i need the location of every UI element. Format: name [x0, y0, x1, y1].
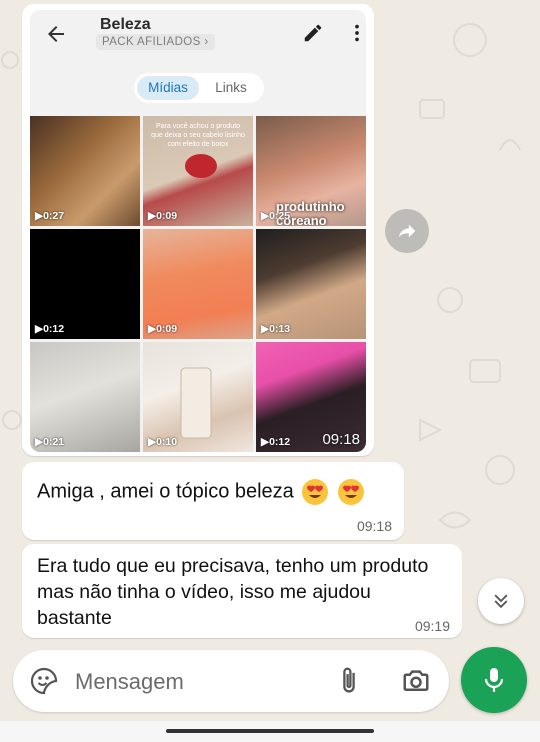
double-chevron-down-icon [494, 594, 508, 609]
home-indicator[interactable] [166, 729, 374, 733]
message-time: 09:19 [414, 618, 450, 634]
media-thumbnail[interactable]: Para você achou o produto que deixa o se… [143, 116, 253, 226]
media-thumbnail[interactable]: ▶0:27 [30, 116, 140, 226]
message-text: Amiga , amei o tópico beleza [37, 480, 294, 503]
arrow-left-icon[interactable] [44, 22, 68, 46]
group-subtitle: PACK AFILIADOS [102, 36, 201, 48]
mic-button[interactable] [461, 647, 527, 713]
group-subtitle-chip[interactable]: PACK AFILIADOS › [96, 34, 215, 50]
media-thumbnail[interactable]: ▶0:21 [30, 342, 140, 452]
sticker-smile-icon[interactable] [30, 667, 58, 695]
group-media-header: Beleza PACK AFILIADOS › [30, 10, 366, 56]
video-duration: ▶0:12 [35, 323, 65, 335]
media-thumbnail[interactable]: ▶0:12 [30, 229, 140, 339]
tab-midias[interactable]: Mídias [137, 76, 199, 100]
group-title: Beleza [100, 16, 151, 33]
camera-icon[interactable] [401, 666, 431, 696]
chat-message[interactable]: Amiga , amei o tópico beleza 09:18 [22, 462, 404, 540]
video-duration: ▶0:09 [148, 210, 178, 222]
product-bottle-shape [180, 367, 212, 439]
media-thumbnail[interactable]: ▶0:13 [256, 229, 366, 339]
message-composer [13, 650, 449, 712]
heart-eyes-emoji [337, 479, 364, 505]
media-thumbnail[interactable]: produtinho coreano ▶0:25 [256, 116, 366, 226]
message-timestamp: 09:18 [322, 431, 360, 448]
message-text: Era tudo que eu precisava, tenho um prod… [37, 555, 429, 629]
shared-media-bubble[interactable]: Beleza PACK AFILIADOS › Mídias Links ▶0:… [22, 4, 374, 456]
video-duration: ▶0:09 [148, 323, 178, 335]
media-grid: ▶0:27 Para você achou o produto que deix… [30, 116, 366, 452]
forward-icon[interactable] [385, 209, 429, 253]
message-input[interactable] [73, 664, 327, 700]
chevron-right-icon: › [204, 36, 209, 48]
video-duration: ▶0:13 [261, 323, 291, 335]
more-vert-icon[interactable] [346, 22, 368, 44]
media-thumbnail[interactable]: ▶0:12 09:18 [256, 342, 366, 452]
video-duration: ▶0:25 [261, 210, 291, 222]
paperclip-icon[interactable] [335, 666, 363, 696]
media-tabs: Mídias Links [134, 73, 264, 103]
chat-message[interactable]: Era tudo que eu precisava, tenho um prod… [22, 544, 462, 638]
tab-links[interactable]: Links [204, 76, 258, 100]
video-duration: ▶0:21 [35, 436, 65, 448]
product-jar-shape [185, 154, 217, 178]
system-navigation-bar [0, 721, 540, 742]
video-overlay-caption: Para você achou o produto que deixa o se… [151, 123, 245, 148]
media-tabs-area: Mídias Links [30, 56, 366, 116]
media-thumbnail[interactable]: ▶0:09 [143, 229, 253, 339]
pencil-icon[interactable] [302, 22, 324, 44]
video-duration: ▶0:10 [148, 436, 178, 448]
heart-eyes-emoji [302, 479, 329, 505]
message-text-row: Amiga , amei o tópico beleza [37, 478, 365, 506]
video-duration: ▶0:12 [261, 436, 291, 448]
video-duration: ▶0:27 [35, 210, 65, 222]
media-thumbnail[interactable]: ▶0:10 [143, 342, 253, 452]
mic-icon [484, 668, 504, 692]
message-time: 09:18 [356, 518, 392, 534]
scroll-to-bottom-button[interactable] [478, 578, 524, 624]
